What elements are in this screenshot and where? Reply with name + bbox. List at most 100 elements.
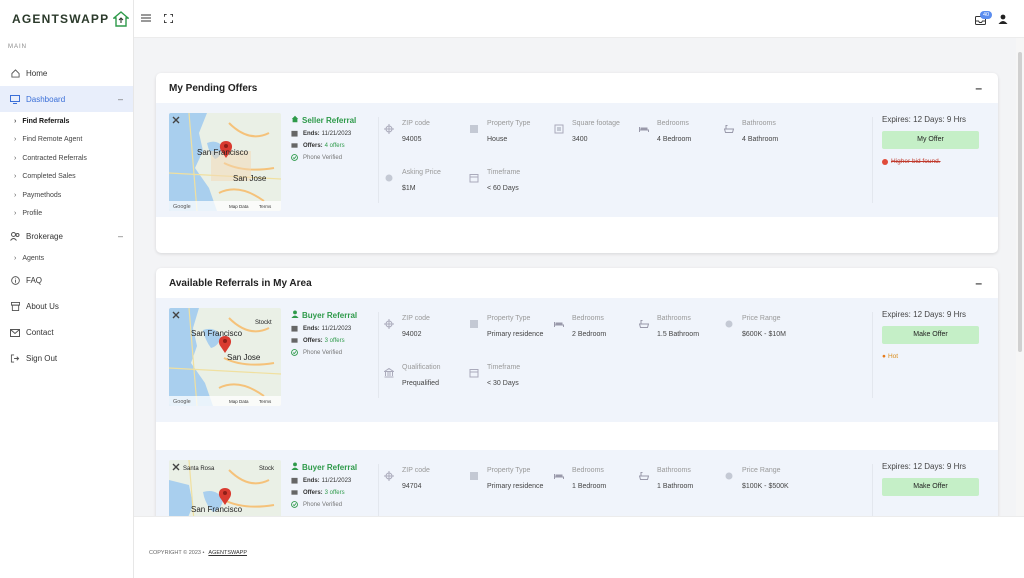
sign-out-icon xyxy=(10,354,20,364)
offers-value: 3 offers xyxy=(324,489,345,496)
logo-text: AGENTSWAPP xyxy=(12,12,110,26)
offer-row: San Francisco San Jose Google Map Data T… xyxy=(156,103,998,217)
offers-value: 4 offers xyxy=(324,142,345,149)
sidebar-item-label: Brokerage xyxy=(26,231,63,241)
check-circle-icon xyxy=(291,349,299,356)
logo-house-icon xyxy=(113,11,130,27)
offers-value: 3 offers xyxy=(324,337,345,344)
archive-icon xyxy=(10,302,20,312)
collapse-icon[interactable]: – xyxy=(118,231,123,241)
sidebar-subitem-paymethods[interactable]: › Paymethods xyxy=(0,186,133,205)
sidebar-subitem-label: Find Remote Agent xyxy=(22,136,83,144)
referral-info: Buyer Referral Ends: 11/21/2023 Offers: … xyxy=(291,462,381,508)
map-thumbnail[interactable]: San Francisco San Jose Google Map Data T… xyxy=(169,113,281,211)
verified-line: Phone Verified xyxy=(291,349,381,356)
footer: COPYRIGHT © 2023 • AGENTSWAPP xyxy=(134,516,1024,578)
my-offer-button[interactable]: My Offer xyxy=(882,131,979,149)
referral-info: Buyer Referral Ends: 11/21/2023 Offers: … xyxy=(291,310,381,356)
map-city-label: San Jose xyxy=(233,174,267,183)
offers-line: Offers: 4 offers xyxy=(291,142,381,149)
ends-label: Ends: xyxy=(303,477,320,484)
field-label: Bedrooms xyxy=(572,467,604,474)
field-label: Qualification xyxy=(402,364,441,371)
card-header: Available Referrals in My Area – xyxy=(156,268,998,298)
sidebar-subitem-label: Contracted Referrals xyxy=(22,154,87,162)
collapse-icon[interactable]: – xyxy=(975,276,982,290)
field-value: 2 Bedroom xyxy=(572,331,607,338)
field-value: 1 Bathroom xyxy=(657,483,694,490)
divider xyxy=(872,464,873,516)
sidebar-item-faq[interactable]: FAQ xyxy=(0,268,133,294)
field-label: Timeframe xyxy=(487,364,521,371)
field-value: Prequalified xyxy=(402,380,439,387)
available-referrals-card: Available Referrals in My Area – Stockt … xyxy=(156,268,998,516)
scrollbar-thumb[interactable] xyxy=(1018,52,1022,352)
logo[interactable]: AGENTSWAPP xyxy=(0,0,133,38)
ends-value: 11/21/2023 xyxy=(321,477,352,484)
collapse-icon[interactable]: – xyxy=(975,81,982,95)
field-value: 94704 xyxy=(402,483,422,490)
main-content: My Pending Offers – San Francisco San Jo… xyxy=(134,38,1016,516)
map-city-label: San Francisco xyxy=(191,329,243,338)
footer-brand-link[interactable]: AGENTSWAPP xyxy=(208,550,247,556)
sidebar-item-home[interactable]: Home xyxy=(0,60,133,86)
field-label: Property Type xyxy=(487,120,531,127)
card-header: My Pending Offers – xyxy=(156,73,998,103)
field-label: Price Range xyxy=(742,467,781,474)
svg-text:Google: Google xyxy=(173,399,191,405)
price-tag-icon xyxy=(725,472,733,480)
map-city-label: San Francisco xyxy=(191,505,243,514)
offer-actions: Expires: 12 Days: 9 Hrs My Offer Higher … xyxy=(882,115,992,165)
sidebar-section-label: MAIN xyxy=(8,44,27,50)
make-offer-button[interactable]: Make Offer xyxy=(882,326,979,344)
fullscreen-icon[interactable] xyxy=(164,14,173,26)
sidebar-subitem-completed-sales[interactable]: › Completed Sales xyxy=(0,168,133,187)
sidebar-item-brokerage[interactable]: Brokerage – xyxy=(0,223,133,249)
offer-actions: Expires: 12 Days: 9 Hrs Make Offer ● Hot xyxy=(882,310,992,360)
crosshair-icon xyxy=(384,319,394,329)
calendar-icon xyxy=(291,325,299,332)
make-offer-button[interactable]: Make Offer xyxy=(882,478,979,496)
sidebar-subitem-agents[interactable]: › Agents xyxy=(0,249,133,268)
map-thumbnail[interactable]: Santa Rosa Stock San Francisco xyxy=(169,460,281,516)
field-value: $600K - $10M xyxy=(742,331,786,338)
sidebar-item-contact[interactable]: Contact xyxy=(0,320,133,346)
info-icon xyxy=(10,276,20,286)
verified-line: Phone Verified xyxy=(291,501,381,508)
chevron-right-icon: › xyxy=(14,154,17,162)
offer-actions: Expires: 12 Days: 9 Hrs Make Offer xyxy=(882,462,992,496)
field-label: Property Type xyxy=(487,467,531,474)
sidebar-subitem-contracted-referrals[interactable]: › Contracted Referrals xyxy=(0,149,133,168)
field-label: Timeframe xyxy=(487,169,521,176)
menu-icon[interactable] xyxy=(141,14,151,25)
referral-type-label: Buyer Referral xyxy=(302,462,358,472)
svg-text:Terms: Terms xyxy=(259,399,272,404)
divider xyxy=(378,117,379,203)
sidebar-subitem-find-referrals[interactable]: › Find Referrals xyxy=(0,112,133,131)
chevron-right-icon: › xyxy=(14,210,17,218)
referral-type[interactable]: Seller Referral xyxy=(291,115,381,125)
bathtub-icon xyxy=(639,472,649,480)
sidebar-item-label: Sign Out xyxy=(26,354,58,363)
field-value: 1.5 Bathroom xyxy=(657,331,700,338)
check-circle-icon xyxy=(291,154,299,161)
collapse-icon[interactable]: – xyxy=(118,94,123,104)
svg-text:Map Data: Map Data xyxy=(229,399,249,404)
user-icon[interactable] xyxy=(998,14,1008,27)
referral-row: Stockt San Francisco San Jose Google Map… xyxy=(156,298,998,422)
divider xyxy=(872,117,873,203)
sidebar-item-dashboard[interactable]: Dashboard – xyxy=(0,86,133,112)
sidebar-subitem-find-remote-agent[interactable]: › Find Remote Agent xyxy=(0,131,133,150)
sidebar-item-about-us[interactable]: About Us xyxy=(0,294,133,320)
map-thumbnail[interactable]: Stockt San Francisco San Jose Google Map… xyxy=(169,308,281,406)
home-icon xyxy=(10,68,20,78)
fire-icon: ● xyxy=(882,353,886,360)
sidebar-item-label: About Us xyxy=(26,302,59,311)
sidebar-item-sign-out[interactable]: Sign Out xyxy=(0,346,133,372)
offers-line: Offers: 3 offers xyxy=(291,337,381,344)
sidebar-subitem-profile[interactable]: › Profile xyxy=(0,205,133,224)
referral-type[interactable]: Buyer Referral xyxy=(291,462,381,472)
monitor-icon xyxy=(10,94,20,104)
map-city-label: Stock xyxy=(259,466,275,472)
referral-type[interactable]: Buyer Referral xyxy=(291,310,381,320)
